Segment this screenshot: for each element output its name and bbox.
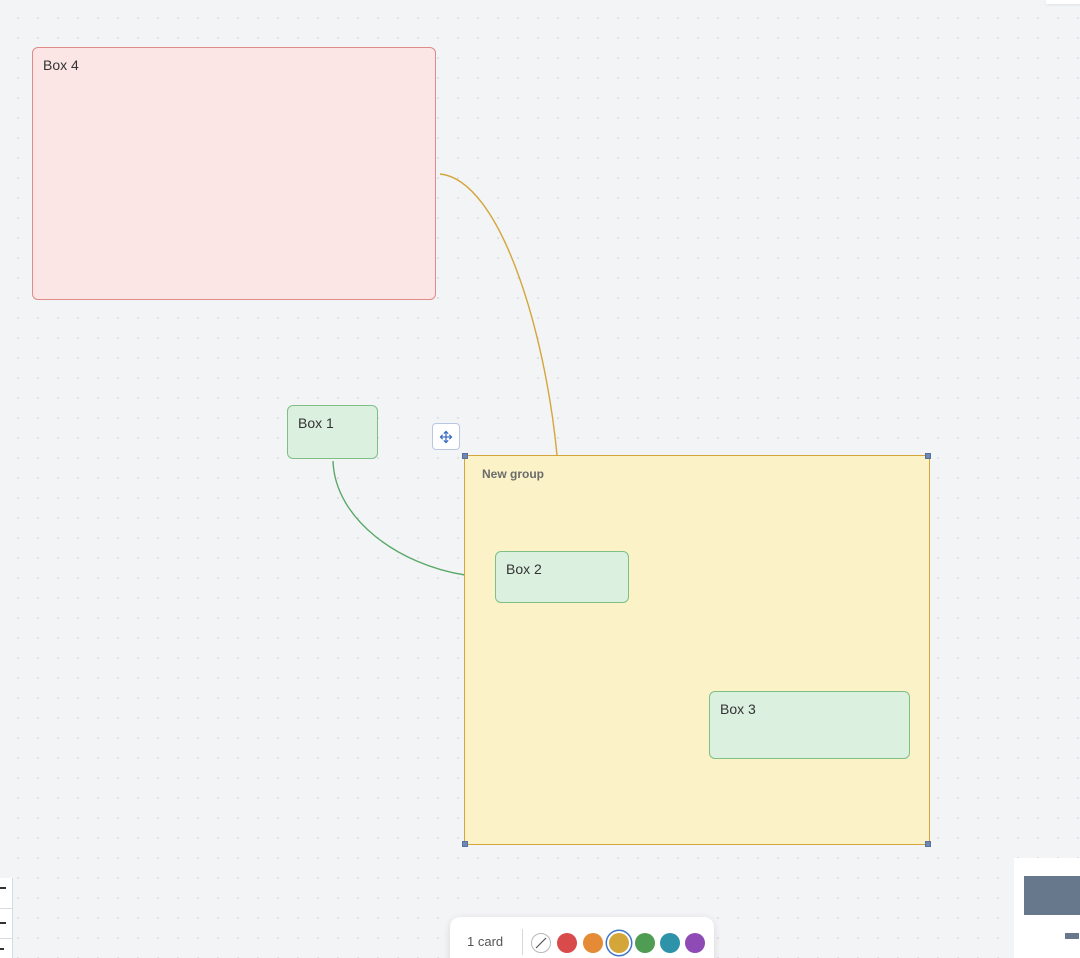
zoom-out-icon[interactable]: [0, 922, 6, 924]
group-title: New group: [482, 467, 544, 481]
color-swatch-orange[interactable]: [583, 933, 603, 953]
no-color-slash-icon: [535, 937, 547, 949]
fit-view-icon[interactable]: [0, 948, 4, 950]
group-new-group[interactable]: New group: [464, 455, 930, 845]
card-box-1[interactable]: Box 1: [287, 405, 378, 459]
card-box-2[interactable]: Box 2: [495, 551, 629, 603]
left-zoom-controls: [0, 878, 13, 958]
zoom-in-icon[interactable]: [0, 887, 6, 889]
minimap-viewport[interactable]: [1024, 876, 1080, 915]
color-swatch-green[interactable]: [635, 933, 655, 953]
color-swatch-purple[interactable]: [685, 933, 705, 953]
card-label: Box 1: [298, 415, 334, 431]
divider: [0, 938, 13, 939]
card-box-3[interactable]: Box 3: [709, 691, 910, 759]
selection-toolbar: 1 card: [450, 917, 714, 958]
whiteboard-canvas[interactable]: Box 4 Box 1 New group Box 2 Box 3 1 card: [0, 0, 1080, 958]
card-label: Box 2: [506, 561, 542, 577]
toolbar-divider: [522, 929, 523, 955]
minimap-node: [1065, 933, 1079, 939]
card-label: Box 3: [720, 701, 756, 717]
color-swatch-red[interactable]: [557, 933, 577, 953]
card-label: Box 4: [43, 57, 79, 73]
resize-handle-top-left[interactable]: [462, 453, 468, 459]
color-swatch-teal[interactable]: [660, 933, 680, 953]
move-arrows-icon: [439, 430, 453, 443]
color-swatch-yellow[interactable]: [609, 933, 629, 953]
card-box-4[interactable]: Box 4: [32, 47, 436, 300]
minimap[interactable]: [1014, 858, 1080, 958]
selection-count: 1 card: [467, 934, 504, 949]
edge-box1-to-group[interactable]: [332, 460, 466, 576]
resize-handle-bottom-left[interactable]: [462, 841, 468, 847]
resize-handle-top-right[interactable]: [925, 453, 931, 459]
divider: [0, 908, 13, 909]
edge-box4-to-group[interactable]: [439, 173, 558, 456]
move-group-button[interactable]: [432, 423, 460, 450]
top-right-panel-edge: [1046, 0, 1080, 4]
resize-handle-bottom-right[interactable]: [925, 841, 931, 847]
color-swatch-none[interactable]: [531, 933, 551, 953]
